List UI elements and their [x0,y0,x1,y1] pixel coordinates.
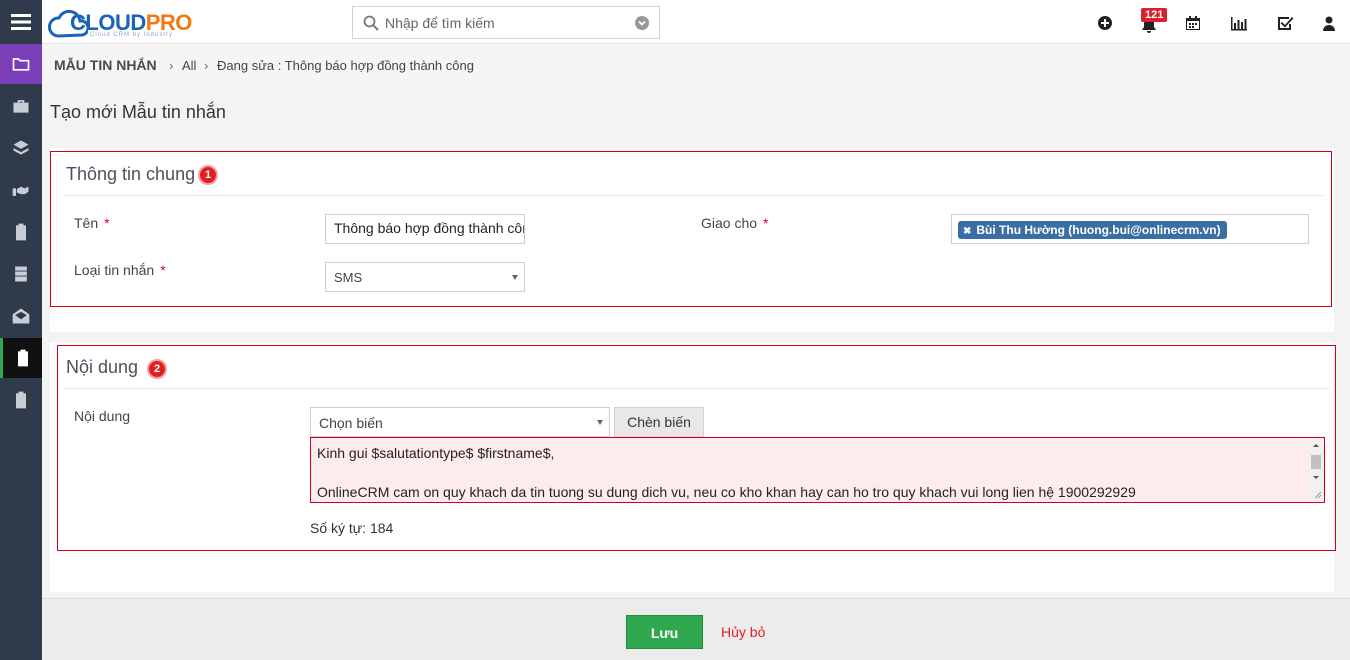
content-textarea[interactable]: Kinh gui $salutationtype$ $firstname$, O… [310,437,1325,503]
assign-to-field[interactable]: ✖ Bùi Thu Hường (huong.bui@onlinecrm.vn) [951,214,1309,244]
database-icon[interactable] [0,254,42,294]
name-label: Tên * [74,215,110,231]
dropdown-caret-icon [512,275,518,280]
search-input[interactable] [385,13,625,33]
calendar-icon[interactable] [1184,14,1202,32]
assign-label: Giao cho * [701,215,769,231]
divider [64,195,1324,196]
breadcrumb-separator-icon: › [169,58,174,73]
sidebar [0,0,42,660]
insert-variable-button[interactable]: Chèn biến [614,407,704,437]
step-badge-2: 2 [147,359,167,379]
document-icon[interactable] [0,380,42,420]
variable-select[interactable]: Chọn biến [310,407,610,437]
clipboard-icon[interactable] [0,212,42,252]
message-type-select[interactable]: SMS [325,262,525,292]
character-count: Số ký tự: 184 [310,520,394,536]
logo-tagline: Cloud CRM by Industry [90,32,174,38]
save-button[interactable]: Lưu [626,615,703,649]
search-box[interactable] [352,6,660,39]
content-line: Kinh gui $salutationtype$ $firstname$, [317,445,555,461]
scrollbar[interactable] [1310,440,1322,500]
step-badge-1: 1 [198,165,218,185]
message-type-label: Loại tin nhắn * [74,262,166,278]
breadcrumb-separator-icon: › [204,58,209,73]
add-icon[interactable] [1096,14,1114,32]
content-label: Nội dung [74,408,131,424]
menu-icon[interactable] [0,2,42,42]
chart-icon[interactable] [1230,14,1248,32]
logo[interactable]: CLOUDPRO Cloud CRM by Industry [48,6,198,40]
dropdown-caret-icon [597,420,603,425]
page-title: Tạo mới Mẫu tin nhắn [50,102,226,122]
footer-bar: Lưu Hủy bỏ [42,598,1350,660]
handshake-icon[interactable] [0,170,42,210]
assignee-tag[interactable]: ✖ Bùi Thu Hường (huong.bui@onlinecrm.vn) [958,221,1227,239]
message-template-icon[interactable] [0,338,42,378]
task-checkbox-icon[interactable] [1276,14,1294,32]
content-title: Nội dung [66,357,139,377]
layers-icon[interactable] [0,128,42,168]
general-info-title: Thông tin chung [66,164,196,184]
breadcrumb: MẪU TIN NHẮN › All › Đang sửa : Thông bá… [42,44,1350,86]
breadcrumb-all[interactable]: All [182,58,196,73]
breadcrumb-current: Đang sửa : Thông báo hợp đồng thành công [217,58,474,73]
envelope-open-icon[interactable] [0,296,42,336]
folder-icon[interactable] [0,44,42,84]
user-icon[interactable] [1320,14,1338,32]
briefcase-icon[interactable] [0,86,42,126]
remove-tag-icon[interactable]: ✖ [963,226,971,237]
breadcrumb-module[interactable]: MẪU TIN NHẮN [54,57,157,73]
top-bar: CLOUDPRO Cloud CRM by Industry 121 [42,0,1350,44]
cancel-link[interactable]: Hủy bỏ [721,624,765,640]
notification-badge: 121 [1141,8,1168,22]
name-input[interactable]: Thông báo hợp đồng thành công [325,214,525,244]
divider [64,388,1330,389]
content-line: OnlineCRM cam on quy khach da tin tuong … [317,484,1136,500]
main-content: Tạo mới Mẫu tin nhắn Thông tin chung 1 T… [42,86,1350,598]
search-icon [363,15,379,31]
chevron-down-icon[interactable] [635,16,649,30]
